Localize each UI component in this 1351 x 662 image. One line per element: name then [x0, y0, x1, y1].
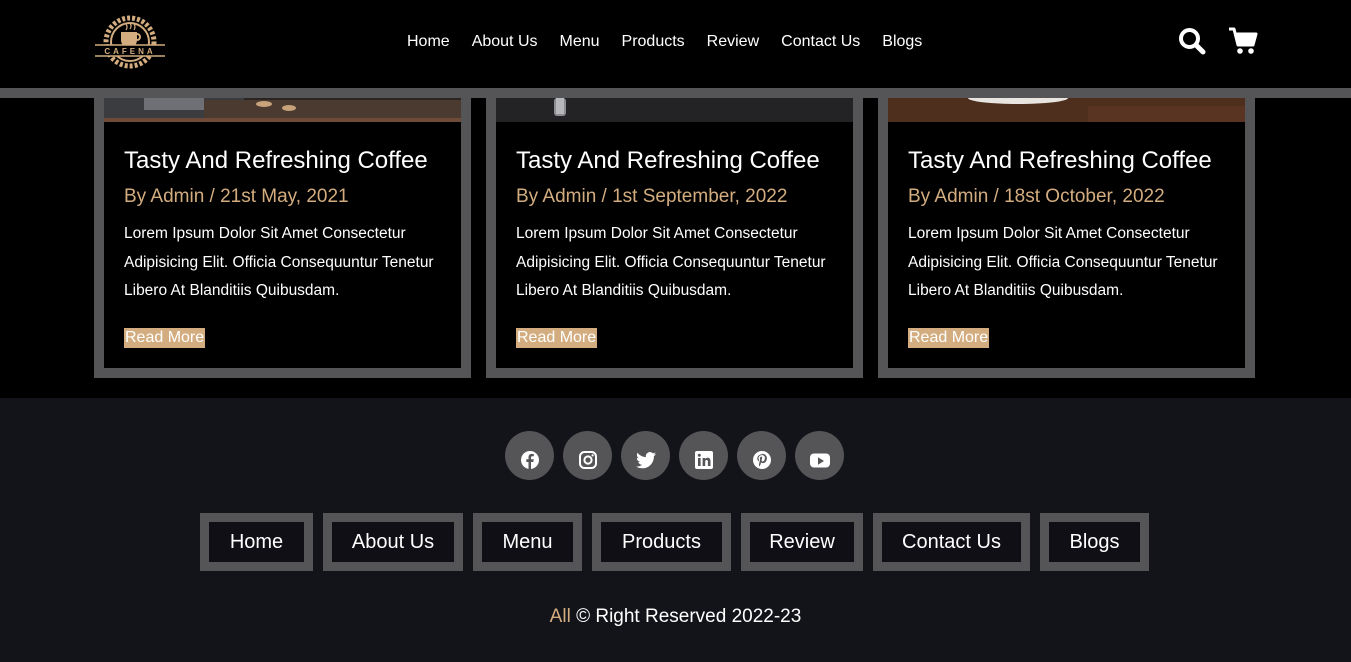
pinterest-icon — [752, 436, 772, 475]
blog-text: Lorem Ipsum Dolor Sit Amet Consectetur A… — [908, 225, 1218, 299]
instagram-icon — [578, 436, 598, 475]
blog-text: Lorem Ipsum Dolor Sit Amet Consectetur A… — [124, 225, 434, 299]
blog-title: Tasty And Refreshing Coffee — [124, 147, 428, 174]
cart-icon[interactable] — [1228, 27, 1258, 60]
copyright-accent: All — [549, 606, 571, 627]
footer-nav-blogs[interactable]: Blogs — [1040, 513, 1149, 571]
footer-nav-contact-us[interactable]: Contact Us — [873, 513, 1030, 571]
blog-meta: By Admin / 21st May, 2021 — [124, 186, 349, 207]
nav-blogs[interactable]: Blogs — [882, 33, 922, 51]
nav-menu[interactable]: Menu — [560, 33, 600, 51]
blog-meta: By Admin / 1st September, 2022 — [516, 186, 788, 207]
read-more-button[interactable]: Read More — [908, 327, 990, 348]
linkedin-link[interactable] — [679, 431, 728, 480]
copyright-text: All © Right Reserved 2022-23 — [0, 606, 1351, 628]
facebook-link[interactable] — [505, 431, 554, 480]
linkedin-icon — [694, 436, 714, 475]
read-more-button[interactable]: Read More — [516, 327, 598, 348]
instagram-link[interactable] — [563, 431, 612, 480]
search-icon[interactable] — [1178, 27, 1206, 60]
blog-card-image — [888, 98, 1245, 122]
blog-card-image — [496, 98, 853, 122]
nav-home[interactable]: Home — [407, 33, 450, 51]
footer-nav-products[interactable]: Products — [592, 513, 731, 571]
social-links — [505, 431, 844, 480]
blog-text: Lorem Ipsum Dolor Sit Amet Consectetur A… — [516, 225, 826, 299]
youtube-icon — [809, 436, 831, 475]
header-border — [0, 88, 1351, 98]
main-nav: Home About Us Menu Products Review Conta… — [407, 33, 944, 51]
header-icons — [1178, 27, 1258, 60]
footer-nav: Home About Us Menu Products Review Conta… — [200, 513, 1149, 571]
nav-products[interactable]: Products — [622, 33, 685, 51]
blog-title: Tasty And Refreshing Coffee — [516, 147, 820, 174]
blogs-section: Tasty And Refreshing Coffee By Admin / 2… — [0, 98, 1351, 398]
pinterest-link[interactable] — [737, 431, 786, 480]
footer-nav-about-us[interactable]: About Us — [323, 513, 463, 571]
twitter-link[interactable] — [621, 431, 670, 480]
nav-review[interactable]: Review — [707, 33, 759, 51]
facebook-icon — [520, 436, 540, 475]
blog-card: Tasty And Refreshing Coffee By Admin / 2… — [94, 98, 471, 378]
logo-text: CAFENA — [104, 47, 155, 56]
blog-meta: By Admin / 18st October, 2022 — [908, 186, 1165, 207]
footer-nav-review[interactable]: Review — [741, 513, 863, 571]
footer-nav-home[interactable]: Home — [200, 513, 313, 571]
site-footer: Home About Us Menu Products Review Conta… — [0, 398, 1351, 662]
blog-card-image — [104, 98, 461, 122]
twitter-icon — [635, 436, 657, 475]
nav-contact-us[interactable]: Contact Us — [781, 33, 860, 51]
footer-nav-menu[interactable]: Menu — [473, 513, 582, 571]
copyright-rest: © Right Reserved 2022-23 — [570, 606, 802, 627]
cafena-logo[interactable]: CAFENA — [93, 12, 167, 72]
blog-card: Tasty And Refreshing Coffee By Admin / 1… — [878, 98, 1255, 378]
blog-card: Tasty And Refreshing Coffee By Admin / 1… — [486, 98, 863, 378]
blog-title: Tasty And Refreshing Coffee — [908, 147, 1212, 174]
nav-about-us[interactable]: About Us — [472, 33, 538, 51]
read-more-button[interactable]: Read More — [124, 327, 206, 348]
youtube-link[interactable] — [795, 431, 844, 480]
site-header: CAFENA Home About Us Menu Products Revie… — [0, 0, 1351, 88]
